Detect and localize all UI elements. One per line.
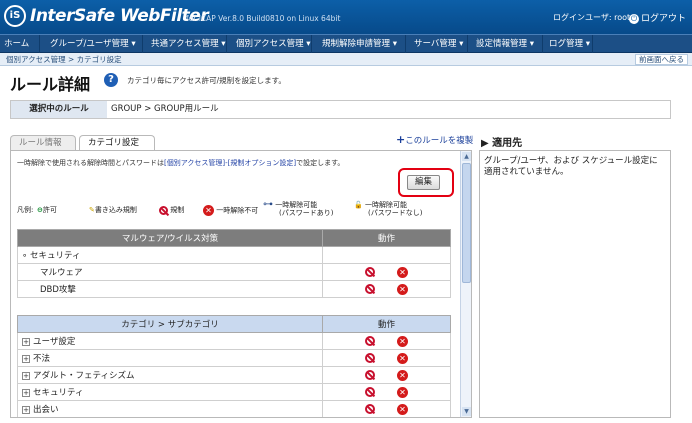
category-col-name: カテゴリ > サブカテゴリ [17,315,323,333]
expand-icon[interactable]: + [22,372,30,380]
legend-unlock-nopw: 🔓 一時解除可能 (パスワードなし) [354,201,423,217]
malware-col-action: 動作 [322,229,451,247]
block-icon[interactable] [365,370,375,380]
logout-label: ログアウト [641,14,687,24]
tab-rule-info[interactable]: ルール情報 [10,135,76,150]
option-setting-link[interactable]: [個別アクセス管理]-[規制オプション設定] [164,159,296,167]
block-icon[interactable] [365,353,375,363]
x-circle-icon: ✕ [203,205,214,216]
panel-scrollbar[interactable]: ▲ ▼ [460,151,471,417]
logo-icon: iS [4,5,26,27]
help-icon[interactable]: ? [104,73,118,87]
menu-home[interactable]: ホーム [0,35,40,53]
legend-write-block: ✎書き込み規制 [89,206,137,214]
edit-button-highlight [398,168,454,197]
expand-icon[interactable]: + [22,355,30,363]
table-row: + アダルト・フェティシズム ✕ [17,366,451,384]
unlock-note: 一時解除で使用される解除時間とパスワードは[個別アクセス管理]-[規制オプション… [17,158,344,168]
breadcrumb-bar: 個別アクセス管理 > カテゴリ設定 前画面へ戻る [0,53,692,66]
selected-rule-label: 選択中のルール [11,101,107,118]
malware-table: マルウェア/ウイルス対策 動作 ∘ セキュリティ マルウェア ✕ DBD攻撃 ✕ [17,229,451,298]
selected-rule-row: 選択中のルール GROUP > GROUP用ルール [10,100,671,119]
scroll-up-icon[interactable]: ▲ [462,152,471,161]
block-icon[interactable] [365,284,375,294]
app-header: iS InterSafe WebFilter for ICAP Ver.8.0 … [0,0,692,34]
legend-title: 凡例: [17,206,34,214]
version-text: for ICAP Ver.8.0 Build0810 on Linux 64bi… [186,14,341,23]
ban-icon [159,205,168,215]
block-icon[interactable] [365,267,375,277]
copy-rule-link[interactable]: +このルールを複製 [396,133,473,146]
plus-icon: + [396,133,406,146]
main-menu: ホーム グループ/ユーザ管理 ▾ 共通アクセス管理 ▾ 個別アクセス管理 ▾ 規… [0,34,692,53]
menu-individual-access[interactable]: 個別アクセス管理 ▾ [232,35,312,53]
no-unlock-icon[interactable]: ✕ [397,283,408,295]
apply-message: グループ/ユーザ、および スケジュール設定に適用されていません。 [484,156,658,177]
legend-allow: ⊖許可 [37,206,57,214]
scroll-down-icon[interactable]: ▼ [462,407,471,416]
no-unlock-icon[interactable]: ✕ [397,386,408,398]
no-unlock-icon[interactable]: ✕ [397,335,408,347]
apply-box: グループ/ユーザ、および スケジュール設定に適用されていません。 [479,150,671,418]
block-icon[interactable] [365,387,375,397]
menu-common-access[interactable]: 共通アクセス管理 ▾ [147,35,227,53]
note-suffix: で設定します。 [296,159,345,167]
menu-server[interactable]: サーバ管理 ▾ [410,35,468,53]
login-user: ログインユーザ: root [553,13,631,22]
logout-link[interactable]: ⏻ ログアウト [629,11,686,24]
menu-group-user[interactable]: グループ/ユーザ管理 ▾ [46,35,143,53]
apply-title: ▶ 適用先 [481,138,523,149]
category-label: ユーザ設定 [33,337,76,347]
legend-no-temp-unlock: ✕ 一時解除不可 [203,205,258,216]
menu-unlock-request[interactable]: 規制解除申請管理 ▾ [318,35,406,53]
category-label: 不法 [33,354,51,364]
lock-icon: 🔓 [354,201,363,209]
table-row: + 不法 ✕ [17,349,451,367]
expand-icon[interactable]: + [22,389,30,397]
no-unlock-icon[interactable]: ✕ [397,352,408,364]
malware-row-label: マルウェア [17,263,323,281]
table-row: ∘ セキュリティ [17,246,451,264]
expand-icon[interactable]: + [22,406,30,414]
no-unlock-icon[interactable]: ✕ [397,403,408,415]
brand-name: InterSafe WebFilter [30,6,209,26]
block-icon[interactable] [365,404,375,414]
block-icon[interactable] [365,336,375,346]
malware-group: ∘ セキュリティ [17,246,323,264]
table-row: + ユーザ設定 ✕ [17,332,451,350]
no-unlock-icon[interactable]: ✕ [397,369,408,381]
logout-icon: ⏻ [629,14,639,24]
category-col-action: 動作 [322,315,451,333]
table-row: DBD攻撃 ✕ [17,280,451,298]
legend-unlock-pw: ⊶ 一時解除可能 (パスワードあり) [263,199,334,218]
page-title: ルール詳細 [10,75,91,94]
category-table: カテゴリ > サブカテゴリ 動作 + ユーザ設定 ✕ + 不法 ✕ + アダルト・フェティ… [17,315,451,417]
tab-category[interactable]: カテゴリ設定 [79,135,155,151]
no-unlock-icon[interactable]: ✕ [397,266,408,278]
malware-row-label: DBD攻撃 [17,280,323,298]
table-row: マルウェア ✕ [17,263,451,281]
breadcrumb: 個別アクセス管理 > カテゴリ設定 [6,55,122,64]
copy-rule-label: このルールを複製 [405,136,474,146]
table-row: + セキュリティ ✕ [17,383,451,401]
legend-block: 規制 [159,205,184,215]
menu-log[interactable]: ログ管理 ▾ [545,35,593,53]
table-row: + 出会い ✕ [17,400,451,417]
menu-settings-info[interactable]: 設定情報管理 ▾ [472,35,543,53]
category-label: 出会い [33,405,59,415]
note-prefix: 一時解除で使用される解除時間とパスワードは [17,159,164,167]
key-icon: ⊶ [263,199,273,210]
selected-rule-value: GROUP > GROUP用ルール [111,104,219,114]
scroll-thumb[interactable] [462,163,471,283]
category-label: アダルト・フェティシズム [33,371,135,381]
expand-icon[interactable]: + [22,338,30,346]
page-description: カテゴリ毎にアクセス許可/規制を設定します。 [127,76,286,85]
malware-col-name: マルウェア/ウイルス対策 [17,229,323,247]
category-label: セキュリティ [33,388,84,398]
back-link[interactable]: 前画面へ戻る [635,54,688,65]
